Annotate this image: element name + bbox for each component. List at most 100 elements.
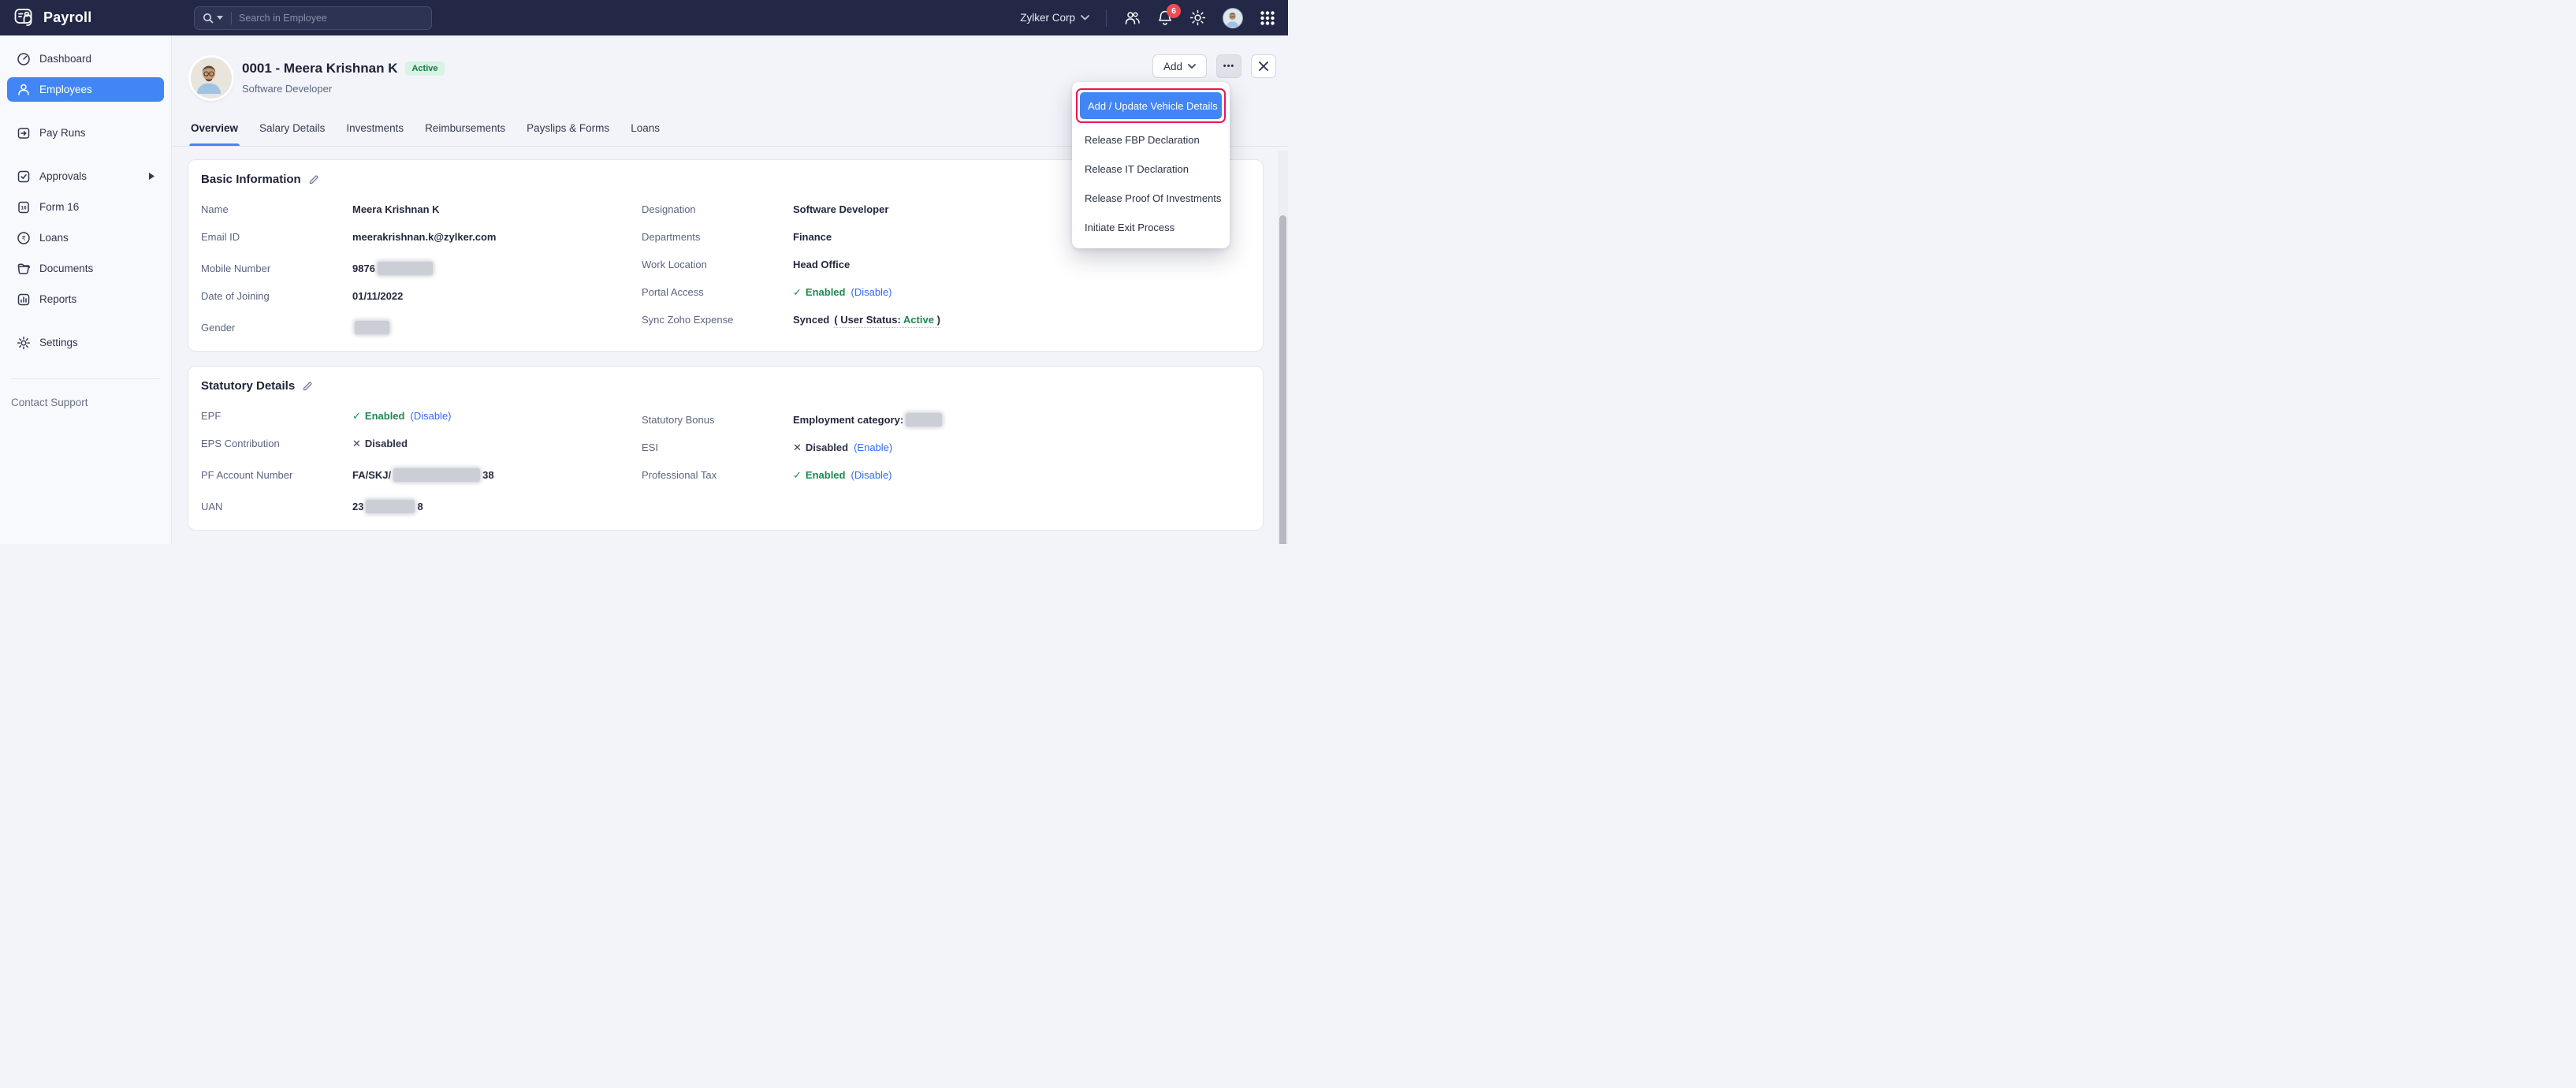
field-label: Departments <box>642 231 793 243</box>
disable-link[interactable]: (Disable) <box>851 286 892 298</box>
field-value: 23 8 <box>352 497 423 512</box>
sidebar-item-reports[interactable]: Reports <box>7 287 164 311</box>
section-title: Basic Information <box>201 173 301 186</box>
sidebar-item-label: Reports <box>39 293 76 305</box>
redacted-value <box>393 468 480 482</box>
employees-icon <box>17 83 31 97</box>
close-icon <box>1259 61 1268 71</box>
apps-grid-icon[interactable] <box>1260 10 1275 26</box>
employee-designation: Software Developer <box>242 83 445 95</box>
field-label: Portal Access <box>642 286 793 298</box>
tab-reimbursements[interactable]: Reimbursements <box>425 122 505 146</box>
tab-overview[interactable]: Overview <box>191 122 238 146</box>
user-avatar[interactable] <box>1223 8 1243 28</box>
sidebar-item-form-16[interactable]: 16 Form 16 <box>7 195 164 219</box>
page-title: 0001 - Meera Krishnan K <box>242 61 397 76</box>
sidebar-item-label: Form 16 <box>39 201 79 213</box>
more-actions-button[interactable]: ••• <box>1216 54 1241 78</box>
more-actions-menu: Add / Update Vehicle Details Release FBP… <box>1072 82 1230 248</box>
menu-item-initiate-exit-process[interactable]: Initiate Exit Process <box>1072 213 1230 242</box>
tab-investments[interactable]: Investments <box>346 122 404 146</box>
add-button[interactable]: Add <box>1152 54 1207 78</box>
enable-link[interactable]: (Enable) <box>854 442 892 453</box>
field-label: ESI <box>642 442 793 453</box>
enabled-check-icon: ✓ <box>793 469 802 481</box>
sidebar-item-employees[interactable]: Employees <box>7 77 164 102</box>
chevron-down-icon <box>1188 64 1196 69</box>
scrollbar-thumb[interactable] <box>1279 215 1286 544</box>
field-label: Mobile Number <box>201 263 352 274</box>
sidebar-item-loans[interactable]: ₹ Loans <box>7 225 164 250</box>
settings-gear-icon <box>17 336 31 350</box>
redacted-value <box>378 262 433 275</box>
sidebar-item-dashboard[interactable]: Dashboard <box>7 47 164 71</box>
menu-item-release-proof-of-investments[interactable]: Release Proof Of Investments <box>1072 184 1230 213</box>
section-title: Statutory Details <box>201 379 295 393</box>
field-row: Professional Tax ✓ Enabled (Disable) <box>642 469 1263 481</box>
search-icon[interactable] <box>203 13 214 24</box>
sidebar-item-pay-runs[interactable]: Pay Runs <box>7 121 164 145</box>
field-label: EPF <box>201 410 352 422</box>
loans-icon: ₹ <box>17 231 31 245</box>
field-label: Sync Zoho Expense <box>642 314 793 326</box>
field-label: Professional Tax <box>642 469 793 481</box>
search-divider <box>231 12 232 24</box>
org-switcher[interactable]: Zylker Corp <box>1020 12 1089 24</box>
menu-item-add-update-vehicle-details[interactable]: Add / Update Vehicle Details <box>1080 92 1222 119</box>
scrollbar-track[interactable] <box>1278 151 1288 544</box>
field-row: EPS Contribution ✕ Disabled <box>201 438 642 449</box>
field-value: Synced ( User Status: Active ) <box>793 314 940 328</box>
field-row: Date of Joining 01/11/2022 <box>201 290 642 302</box>
field-row: PF Account Number FA/SKJ/ 38 <box>201 465 642 481</box>
redacted-value <box>906 413 942 427</box>
enabled-check-icon: ✓ <box>352 410 361 422</box>
edit-pencil-icon[interactable] <box>308 174 319 185</box>
global-search[interactable] <box>194 6 432 30</box>
sidebar-item-documents[interactable]: Documents <box>7 256 164 281</box>
field-label: Gender <box>201 322 352 333</box>
submenu-arrow-icon <box>149 173 154 180</box>
gear-icon <box>1189 9 1206 26</box>
sidebar-item-settings[interactable]: Settings <box>7 330 164 355</box>
field-row: Work Location Head Office <box>642 259 1263 270</box>
disable-link[interactable]: (Disable) <box>410 410 451 422</box>
field-label: Name <box>201 203 352 215</box>
close-button[interactable] <box>1251 54 1276 78</box>
field-row: Gender <box>201 318 642 333</box>
tab-salary-details[interactable]: Salary Details <box>259 122 325 146</box>
topbar-right: Zylker Corp 6 <box>1020 8 1288 28</box>
field-label: PF Account Number <box>201 469 352 481</box>
chevron-down-icon <box>1081 15 1089 20</box>
tab-payslips-forms[interactable]: Payslips & Forms <box>527 122 609 146</box>
sidebar-item-label: Approvals <box>39 170 87 182</box>
users-icon[interactable] <box>1123 10 1141 26</box>
contact-support-link[interactable]: Contact Support <box>11 397 171 408</box>
field-value: 01/11/2022 <box>352 290 403 302</box>
menu-item-release-it-declaration[interactable]: Release IT Declaration <box>1072 155 1230 184</box>
sidebar-item-approvals[interactable]: Approvals <box>7 164 164 188</box>
field-label: Work Location <box>642 259 793 270</box>
header-actions: Add ••• <box>1152 54 1276 78</box>
notifications-bell[interactable]: 6 <box>1157 9 1173 27</box>
settings-gear[interactable] <box>1189 9 1206 26</box>
tab-loans[interactable]: Loans <box>631 122 660 146</box>
disable-link[interactable]: (Disable) <box>851 469 892 481</box>
search-input[interactable] <box>239 13 423 24</box>
menu-item-release-fbp-declaration[interactable]: Release FBP Declaration <box>1072 125 1230 155</box>
notification-badge: 6 <box>1167 4 1181 18</box>
search-scope-caret-icon[interactable] <box>217 16 223 20</box>
edit-pencil-icon[interactable] <box>302 381 313 392</box>
field-label: Designation <box>642 203 793 215</box>
sidebar-item-label: Settings <box>39 337 78 348</box>
field-row: Email ID meerakrishnan.k@zylker.com <box>201 231 642 243</box>
disabled-cross-icon: ✕ <box>793 442 802 453</box>
employee-identity: 0001 - Meera Krishnan K Active Software … <box>242 58 445 99</box>
payroll-logo-icon <box>14 8 35 28</box>
svg-text:₹: ₹ <box>21 235 25 242</box>
add-button-label: Add <box>1163 61 1182 73</box>
enabled-check-icon: ✓ <box>793 286 802 298</box>
reports-icon <box>17 292 31 307</box>
documents-folder-icon <box>17 262 31 276</box>
app-logo[interactable]: Payroll <box>0 8 172 28</box>
sync-user-status: ( User Status: Active ) <box>834 314 940 328</box>
